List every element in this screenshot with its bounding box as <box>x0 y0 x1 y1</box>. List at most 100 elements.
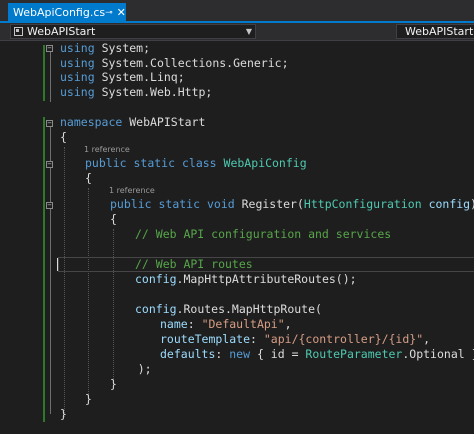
collapse-icon[interactable]: − <box>46 120 53 127</box>
code-line[interactable]: using System.Web.Http; <box>60 85 212 100</box>
code-line[interactable]: { <box>60 130 67 145</box>
current-line-highlight <box>58 257 474 272</box>
code-token: WebAPIStart <box>122 115 206 129</box>
code-token: : <box>250 332 264 346</box>
document-tab-strip: WebApiConfig.cs ⊸ ✕ <box>0 0 474 23</box>
code-token: System.Web.Http; <box>101 85 213 99</box>
codelens-references[interactable]: 1 reference <box>84 145 130 154</box>
code-line[interactable]: defaults: new { id = RouteParameter.Opti… <box>160 347 474 362</box>
code-token: .Routes.MapHttpRoute( <box>176 302 322 316</box>
code-line[interactable]: using System.Collections.Generic; <box>60 56 289 71</box>
code-line[interactable]: using System.Linq; <box>60 70 185 85</box>
code-token: { <box>85 171 92 185</box>
code-line[interactable]: ); <box>110 362 152 377</box>
code-token: } <box>85 392 92 406</box>
code-token: routeTemplate <box>160 332 251 346</box>
code-line[interactable]: config.Routes.MapHttpRoute( <box>135 302 322 317</box>
code-line[interactable]: config.MapHttpAttributeRoutes(); <box>135 272 357 287</box>
code-token: } <box>60 407 67 421</box>
indicator-margin <box>0 41 8 434</box>
code-token: defaults <box>160 347 216 361</box>
code-token: RouteParameter <box>305 347 403 361</box>
code-token: // Web API routes <box>135 257 253 271</box>
code-token: { id = <box>250 347 306 361</box>
code-line[interactable]: // Web API routes <box>135 257 253 272</box>
code-token: "DefaultApi" <box>201 317 285 331</box>
code-line[interactable]: using System; <box>60 41 150 56</box>
tab-label: WebApiConfig.cs <box>13 6 106 19</box>
code-token: // Web API configuration and services <box>135 227 392 241</box>
class-dropdown[interactable]: WebAPIStart.W <box>396 24 474 39</box>
outline-line <box>50 168 51 202</box>
code-line[interactable]: } <box>110 377 117 392</box>
code-token: namespace <box>60 115 123 129</box>
chevron-down-icon: ▼ <box>245 27 252 36</box>
code-line[interactable]: namespace WebAPIStart <box>60 115 205 130</box>
code-token: config <box>135 272 177 286</box>
code-line[interactable]: routeTemplate: "api/{controller}/{id}", <box>160 332 430 347</box>
code-token: static <box>133 156 176 170</box>
code-token: ); <box>110 362 152 376</box>
code-token: System.Collections.Generic; <box>101 56 289 70</box>
collapse-icon[interactable]: − <box>46 45 53 52</box>
code-token: : <box>215 347 230 361</box>
class-icon <box>400 27 402 36</box>
code-token: : <box>187 317 202 331</box>
code-token: .MapHttpAttributeRoutes(); <box>176 272 357 286</box>
code-token: System.Linq; <box>101 70 185 84</box>
code-line[interactable]: public static void Register(HttpConfigur… <box>110 197 474 212</box>
outline-line <box>50 52 51 102</box>
code-token: static <box>158 197 201 211</box>
code-line[interactable]: { <box>85 171 92 186</box>
code-token: HttpConfiguration <box>303 197 422 211</box>
project-dropdown-label: WebAPIStart <box>27 25 96 38</box>
code-line[interactable]: name: "DefaultApi", <box>160 317 292 332</box>
navbar-splitter[interactable] <box>386 24 394 39</box>
indent-guide <box>88 188 89 398</box>
code-token: { <box>110 212 117 226</box>
code-token: public <box>85 156 127 170</box>
project-dropdown[interactable]: WebAPIStart ▼ <box>10 24 256 39</box>
class-dropdown-label: WebAPIStart.W <box>405 25 474 38</box>
code-token: ) <box>470 197 474 211</box>
indent-guide <box>64 147 65 417</box>
code-token: config <box>135 302 177 316</box>
outline-line <box>50 209 51 414</box>
code-line[interactable]: public static class WebApiConfig <box>85 156 307 171</box>
code-line[interactable]: } <box>85 392 92 407</box>
codelens-references[interactable]: 1 reference <box>109 186 155 195</box>
code-token: System; <box>101 41 151 55</box>
change-marker <box>43 45 45 101</box>
code-token: { <box>60 130 67 144</box>
code-token: "api/{controller}/{id}" <box>263 332 424 346</box>
collapse-icon[interactable]: − <box>46 202 53 209</box>
code-token: using <box>60 41 95 55</box>
code-line[interactable]: } <box>60 407 67 422</box>
code-token: void <box>206 197 235 211</box>
code-editor[interactable]: − − − − 1 reference 1 reference using Sy… <box>0 41 474 434</box>
code-line[interactable]: { <box>110 212 117 227</box>
indent-guide <box>113 229 114 379</box>
tab-webapiconfig[interactable]: WebApiConfig.cs ⊸ ✕ <box>8 3 126 22</box>
code-token: } <box>110 377 117 391</box>
close-icon[interactable]: ✕ <box>117 6 126 19</box>
code-token: , <box>423 332 431 346</box>
code-token: name <box>160 317 188 331</box>
pin-icon[interactable]: ⊸ <box>105 8 113 18</box>
code-line[interactable]: // Web API configuration and services <box>135 227 391 242</box>
text-caret <box>57 258 58 271</box>
code-token: Register( <box>234 197 304 211</box>
csharp-project-icon <box>14 27 23 36</box>
code-token: , <box>284 317 292 331</box>
navigation-bar: WebAPIStart ▼ WebAPIStart.W <box>0 23 474 41</box>
change-marker <box>43 117 45 422</box>
collapse-icon[interactable]: − <box>46 161 53 168</box>
code-token: .Optional } <box>402 347 474 361</box>
code-token: using <box>60 70 95 84</box>
code-token: WebApiConfig <box>223 156 307 170</box>
code-token: new <box>229 347 251 361</box>
